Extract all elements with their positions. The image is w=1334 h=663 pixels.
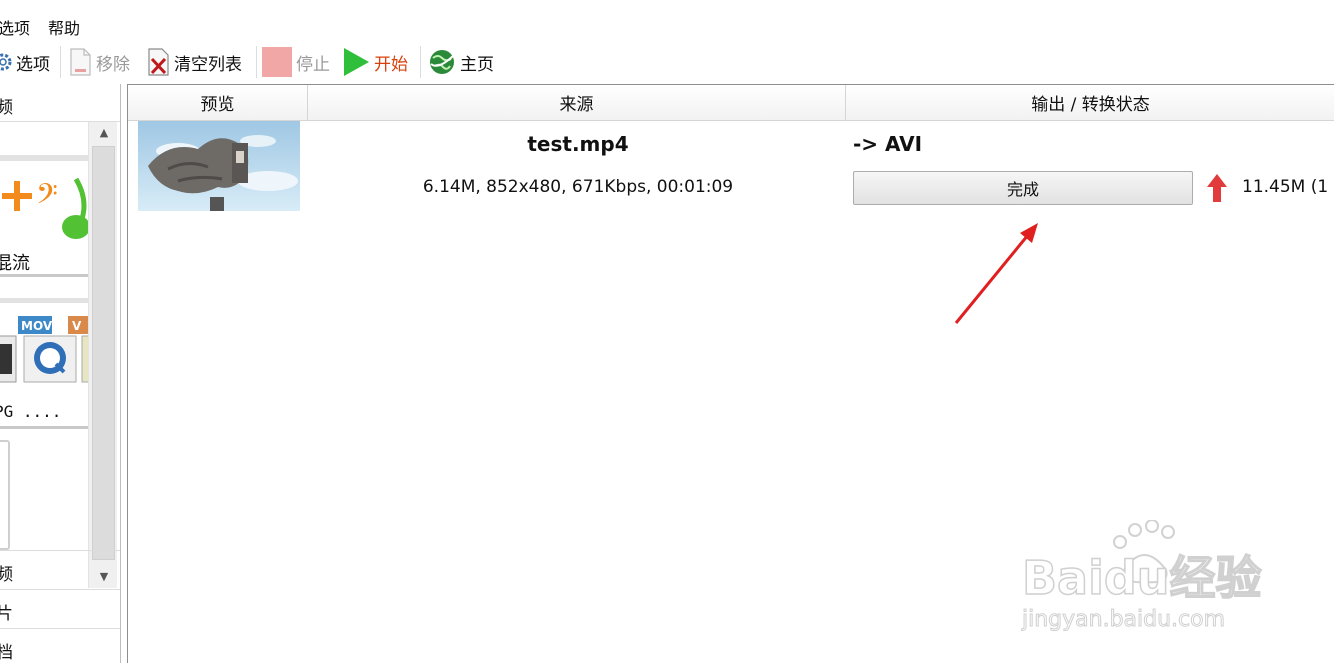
stop-button[interactable]: 停止: [262, 44, 330, 80]
source-file-name: test.mp4: [527, 132, 629, 156]
category-panel: 频 𝄢 混流 MOV V PG .... ▲ ▼ 频 片 档: [0, 84, 121, 663]
category-panel-header[interactable]: 频: [0, 84, 120, 122]
video-formats-icon[interactable]: MOV V: [0, 288, 90, 388]
remove-button[interactable]: 移除: [68, 44, 130, 80]
category-scrollbar[interactable]: ▲ ▼: [88, 122, 117, 588]
toolbar: 选项 移除 清空列表 停止 开始 主页: [0, 44, 1334, 84]
menu-bar: 选项 帮助: [0, 0, 1334, 44]
stop-icon: [262, 47, 292, 77]
panel-item-document[interactable]: 档: [0, 628, 120, 663]
svg-text:MOV: MOV: [21, 319, 53, 333]
category-mux-label: 混流: [0, 253, 30, 274]
column-source[interactable]: 来源: [308, 85, 846, 121]
remove-label: 移除: [96, 54, 130, 75]
gear-icon: [0, 53, 12, 71]
menu-help[interactable]: 帮助: [48, 15, 80, 39]
options-button[interactable]: 选项: [0, 44, 50, 80]
video-thumbnail: [138, 121, 300, 211]
clear-list-button[interactable]: 清空列表: [146, 44, 242, 80]
output-size: 11.45M (1: [1242, 177, 1329, 197]
clear-list-icon: [148, 48, 169, 76]
options-label: 选项: [16, 54, 50, 75]
home-label: 主页: [460, 54, 494, 75]
category-3-icon[interactable]: [0, 440, 10, 550]
play-icon: [344, 48, 369, 76]
mux-category-icon[interactable]: 𝄢: [0, 139, 88, 249]
menu-options[interactable]: 选项: [0, 15, 30, 39]
size-increase-arrow-icon: [1207, 174, 1227, 202]
start-label: 开始: [374, 54, 408, 75]
annotation-arrow: [954, 223, 1038, 324]
scroll-up-arrow-icon[interactable]: ▲: [97, 126, 111, 140]
clear-list-label: 清空列表: [174, 54, 242, 75]
svg-text:𝄢: 𝄢: [36, 178, 58, 218]
output-format: -> AVI: [853, 132, 923, 156]
watermark-brand: Baidu经验: [1022, 551, 1262, 605]
document-icon: [70, 48, 91, 76]
svg-text:V: V: [72, 319, 82, 333]
toolbar-divider: [60, 46, 61, 78]
toolbar-divider: [256, 46, 257, 78]
baidu-jingyan-watermark: Baidu经验 jingyan.baidu.com: [1021, 520, 1262, 633]
status-done-button[interactable]: 完成: [853, 171, 1193, 205]
start-button[interactable]: 开始: [342, 44, 408, 80]
stop-label: 停止: [296, 54, 330, 75]
panel-item-video[interactable]: 频: [0, 550, 120, 589]
toolbar-divider: [420, 46, 421, 78]
column-preview[interactable]: 预览: [128, 85, 308, 121]
panel-item-picture[interactable]: 片: [0, 589, 120, 628]
watermark-url: jingyan.baidu.com: [1021, 607, 1225, 632]
column-output-status[interactable]: 输出 / 转换状态: [846, 85, 1334, 121]
source-file-info: 6.14M, 852x480, 671Kbps, 00:01:09: [422, 177, 734, 197]
home-button[interactable]: 主页: [428, 44, 494, 80]
category-formats-label: PG ....: [0, 402, 62, 421]
scrollbar-thumb[interactable]: [92, 146, 115, 560]
globe-icon: [430, 50, 454, 74]
